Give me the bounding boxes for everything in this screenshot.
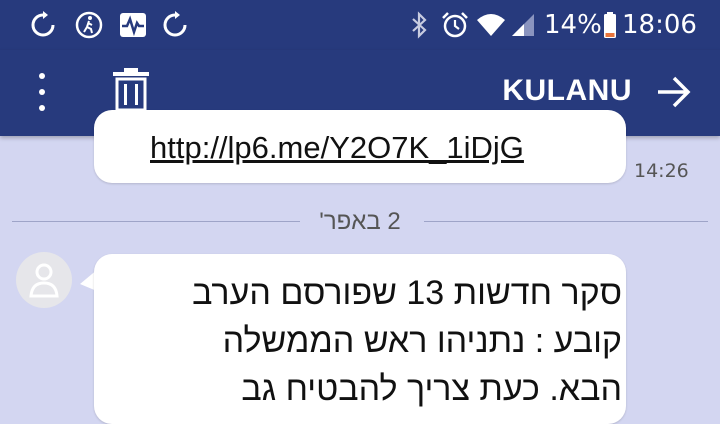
delete-icon[interactable]: [110, 66, 152, 114]
walk-icon: [75, 11, 103, 39]
date-divider-label: 2 באפר': [305, 208, 415, 235]
sync-icon: [163, 11, 187, 37]
status-bar: 14% 18:06: [0, 0, 720, 50]
message-text-line: הבא. כעת צריך להבטיח גב: [241, 370, 622, 408]
more-vert-icon[interactable]: [30, 70, 54, 114]
person-icon: [29, 263, 59, 298]
sync-icon: [31, 11, 55, 37]
conversation-title: KULANU: [502, 74, 632, 107]
avatar[interactable]: [16, 252, 72, 308]
bluetooth-icon: [412, 11, 427, 39]
signal-icon: [512, 14, 534, 36]
message-time: 14:26: [634, 160, 689, 182]
clock: 18:06: [622, 10, 697, 40]
alarm-icon: [442, 12, 468, 38]
battery-percent: 14%: [544, 10, 602, 40]
forward-arrow-icon[interactable]: [656, 74, 692, 110]
activity-icon: [120, 13, 146, 37]
message-text-line: סקר חדשות 13 שפורסם הערב: [192, 274, 622, 312]
message-link[interactable]: http://lp6.me/Y2O7K_1iDjG: [150, 130, 524, 166]
wifi-icon: [477, 14, 505, 36]
date-divider: 2 באפר': [0, 208, 720, 236]
message-text-line: קובע : נתניהו ראש הממשלה: [222, 322, 622, 360]
